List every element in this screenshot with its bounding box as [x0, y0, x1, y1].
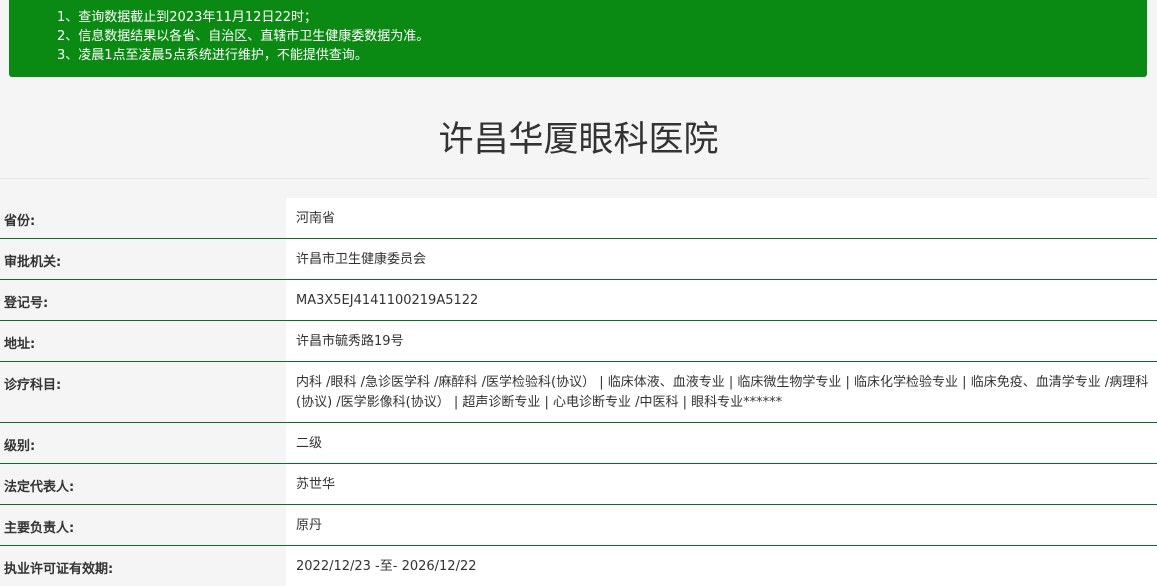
- notice-line-3: 3、凌晨1点至凌晨5点系统进行维护，不能提供查询。: [57, 48, 368, 63]
- hospital-name: 许昌华厦眼科医院: [438, 120, 719, 160]
- field-label: 登记号:: [0, 280, 286, 320]
- notice-line-1: 1、查询数据截止到2023年11月12日22时；: [57, 10, 317, 25]
- table-row-province: 省份: 河南省: [0, 198, 1157, 239]
- field-label: 审批机关:: [0, 239, 286, 279]
- table-row-level: 级别: 二级: [0, 423, 1157, 464]
- field-label: 执业许可证有效期:: [0, 546, 286, 586]
- table-row-license-validity: 执业许可证有效期: 2022/12/23 -至- 2026/12/22: [0, 546, 1157, 586]
- info-table: 省份: 河南省 审批机关: 许昌市卫生健康委员会 登记号: MA3X5EJ414…: [0, 198, 1157, 586]
- notice-line-2: 2、信息数据结果以各省、自治区、直辖市卫生健康委数据为准。: [57, 29, 430, 44]
- field-label: 主要负责人:: [0, 505, 286, 545]
- field-value: 河南省: [286, 198, 1157, 238]
- field-label: 法定代表人:: [0, 464, 286, 504]
- field-label: 级别:: [0, 423, 286, 463]
- field-value: MA3X5EJ4141100219A5122: [286, 280, 1157, 320]
- field-label: 诊疗科目:: [0, 362, 286, 422]
- page: 1、查询数据截止到2023年11月12日22时； 2、信息数据结果以各省、自治区…: [0, 0, 1157, 586]
- table-row-principal: 主要负责人: 原丹: [0, 505, 1157, 546]
- field-label: 省份:: [0, 198, 286, 238]
- title-divider: [0, 178, 1150, 179]
- field-value: 原丹: [286, 505, 1157, 545]
- table-row-address: 地址: 许昌市毓秀路19号: [0, 321, 1157, 362]
- field-value: 2022/12/23 -至- 2026/12/22: [286, 546, 1157, 586]
- table-row-departments: 诊疗科目: 内科 /眼科 /急诊医学科 /麻醉科 /医学检验科(协议） | 临床…: [0, 362, 1157, 423]
- field-value: 苏世华: [286, 464, 1157, 504]
- field-value: 许昌市卫生健康委员会: [286, 239, 1157, 279]
- table-row-registration-number: 登记号: MA3X5EJ4141100219A5122: [0, 280, 1157, 321]
- field-label: 地址:: [0, 321, 286, 361]
- table-row-approval-authority: 审批机关: 许昌市卫生健康委员会: [0, 239, 1157, 280]
- field-value: 内科 /眼科 /急诊医学科 /麻醉科 /医学检验科(协议） | 临床体液、血液专…: [286, 362, 1157, 422]
- field-value: 二级: [286, 423, 1157, 463]
- notice-banner: 1、查询数据截止到2023年11月12日22时； 2、信息数据结果以各省、自治区…: [9, 0, 1147, 77]
- field-value: 许昌市毓秀路19号: [286, 321, 1157, 361]
- table-row-legal-representative: 法定代表人: 苏世华: [0, 464, 1157, 505]
